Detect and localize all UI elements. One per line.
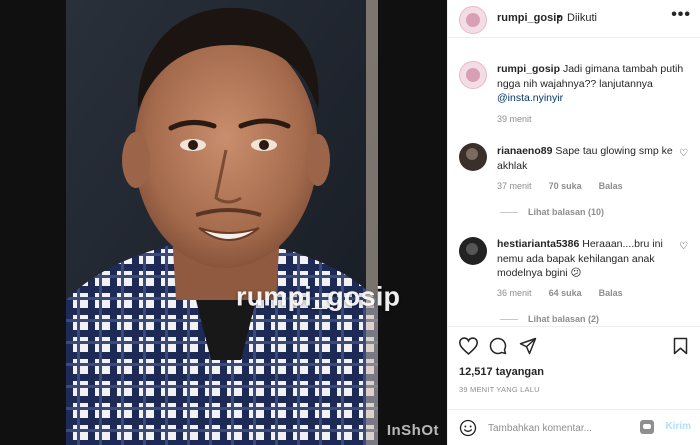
comment-input[interactable] [488,420,648,436]
view-replies-button[interactable]: Lihat balasan (2) [500,314,599,324]
reply-line-divider [500,212,518,214]
view-count[interactable]: 12,517 tayangan [459,366,544,378]
post-timestamp[interactable]: 39 MENIT YANG LALU [459,385,540,394]
inshot-watermark: InShOt [386,422,439,439]
view-replies-label[interactable]: Lihat balasan (10) [528,207,604,217]
share-icon[interactable] [519,337,537,355]
heart-icon[interactable] [459,337,478,355]
comment-timestamp[interactable]: 36 menit [497,288,532,298]
comment-meta: 37 menit 70 suka Balas [497,181,623,191]
media-watermark: rumpi_gosip [236,281,401,311]
follow-status-button[interactable]: Diikuti [567,12,597,24]
caption-author-avatar[interactable] [459,61,487,89]
comment-like-heart-icon[interactable]: ♡ [679,148,688,159]
chat-icon[interactable] [640,420,654,434]
view-replies-label[interactable]: Lihat balasan (2) [528,314,599,324]
emoji-icon[interactable] [459,419,477,437]
post-header: rumpi_gosip • Diikuti ••• [448,0,700,38]
video-frame[interactable] [66,0,384,445]
header-separator: • [557,11,561,23]
comment-timestamp[interactable]: 37 menit [497,181,532,191]
comment-username[interactable]: hestiarianta5386 [497,238,579,250]
more-options-icon[interactable]: ••• [671,6,691,24]
comment-body: hestiarianta5386 Heraaan....bru ini nemu… [497,237,673,281]
post-caption: rumpi_gosip Jadi gimana tambah putih ngg… [497,62,687,106]
comment-like-count[interactable]: 64 suka [549,288,582,298]
comment-meta: 36 menit 64 suka Balas [497,288,623,298]
comment-username[interactable]: rianaeno89 [497,145,552,157]
bookmark-icon[interactable] [673,337,688,355]
media-letterbox-left [0,0,70,445]
comment-avatar[interactable] [459,143,487,171]
view-replies-button[interactable]: Lihat balasan (10) [500,207,604,217]
video-frame-image [66,0,384,445]
reply-line-divider [500,319,518,321]
comment-body: rianaeno89 Sape tau glowing smp ke akhla… [497,144,673,173]
caption-mention-link[interactable]: @insta.nyinyir [497,92,563,104]
comment-like-count[interactable]: 70 suka [549,181,582,191]
post-media[interactable]: rumpi_gosip InShOt [0,0,447,445]
comment-like-heart-icon[interactable]: ♡ [679,241,688,252]
media-letterbox-right [378,0,447,445]
post-side-panel: rumpi_gosip • Diikuti ••• rumpi_gosip Ja… [447,0,700,445]
comment-reply-button[interactable]: Balas [599,181,623,191]
add-comment-bar: Kirim [448,409,700,445]
post-action-bar [448,326,700,366]
caption-username[interactable]: rumpi_gosip [497,63,560,75]
send-comment-button[interactable]: Kirim [665,421,691,432]
caption-timestamp[interactable]: 39 menit [497,114,532,124]
author-avatar[interactable] [459,6,487,34]
comment-reply-button[interactable]: Balas [599,288,623,298]
author-username[interactable]: rumpi_gosip [497,12,563,24]
comment-icon[interactable] [489,337,507,355]
comment-avatar[interactable] [459,237,487,265]
